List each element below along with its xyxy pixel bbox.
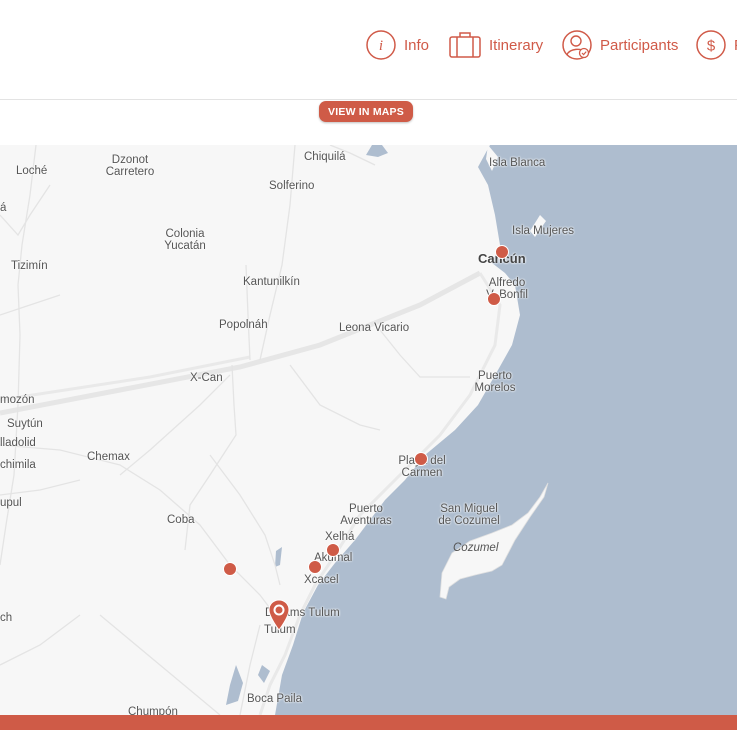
label-san-miguel-de-cozumel: San Miguel de Cozumel [438, 503, 500, 527]
label-chemax: Chemax [87, 451, 130, 463]
label-xelha: Xelhá [325, 531, 355, 543]
label-loche: Loché [16, 165, 48, 177]
label-kantunilkin: Kantunilkín [243, 276, 300, 288]
label-xcacel: Xcacel [304, 574, 339, 586]
label-lladolid: lladolid [0, 437, 36, 449]
label-x-can: X-Can [190, 372, 223, 384]
label-ch-partial: ch [0, 612, 13, 624]
footer-bar [0, 715, 737, 730]
label-mozon: mozón [0, 394, 35, 406]
nav-info-label: Info [404, 36, 430, 54]
label-tizimin: Tizimín [11, 260, 48, 272]
view-in-maps-button[interactable]: VIEW IN MAPS [319, 101, 413, 122]
label-upul: upul [0, 497, 22, 509]
map-pin-coba[interactable] [223, 562, 237, 576]
map-pin-cancun[interactable] [495, 245, 509, 259]
label-solferino: Solferino [269, 180, 315, 192]
suitcase-icon [449, 32, 481, 58]
label-chumpon: Chumpón [128, 706, 178, 715]
label-coba: Coba [167, 514, 195, 526]
label-isla-mujeres: Isla Mujeres [512, 225, 574, 237]
info-icon: i [366, 30, 396, 60]
map-pin-alfredo-bonfil[interactable] [487, 292, 501, 306]
location-marker-icon [268, 599, 290, 631]
lagoon-3 [258, 665, 270, 683]
sea-area [275, 145, 737, 715]
nav-info[interactable]: i Info [366, 28, 429, 62]
label-a-partial: á [0, 202, 7, 214]
participant-icon [562, 30, 592, 60]
lagoon [366, 145, 388, 157]
label-isla-blanca: Isla Blanca [489, 157, 546, 169]
nav-participants[interactable]: Participants [562, 28, 678, 62]
nav-itinerary[interactable]: Itinerary [449, 28, 543, 62]
nav-itinerary-label: Itinerary [489, 36, 544, 54]
map-view[interactable]: Loché Dzonot Carretero Chiquilá Isla Bla… [0, 145, 737, 715]
svg-text:$: $ [707, 38, 716, 55]
dollar-icon: $ [696, 30, 726, 60]
label-chiquila: Chiquilá [304, 151, 346, 163]
label-puerto-aventuras: Puerto Aventuras [340, 503, 392, 527]
label-popolnah: Popolnáh [219, 319, 268, 331]
map-pin-xcacel[interactable] [308, 560, 322, 574]
nav-price[interactable]: $ P [696, 28, 737, 62]
svg-text:i: i [379, 38, 383, 54]
label-leona-vicario: Leona Vicario [339, 322, 410, 334]
label-boca-paila: Boca Paila [247, 693, 302, 705]
map-pin-akumal[interactable] [326, 543, 340, 557]
top-nav-bar: i Info Itinerary Participants $ P [0, 0, 737, 100]
label-chimila: chimila [0, 459, 36, 471]
lagoon-2 [226, 665, 243, 705]
map-canvas [0, 145, 737, 715]
label-dzonot: Dzonot Carretero [105, 154, 155, 178]
label-colonia: Colonia Yucatán [164, 228, 206, 252]
map-pin-playa-del-carmen[interactable] [414, 452, 428, 466]
label-suytun: Suytún [7, 418, 43, 430]
label-cozumel: Cozumel [453, 542, 499, 554]
lagoon-4 [275, 547, 282, 567]
label-puerto-morelos: Puerto Morelos [474, 370, 516, 394]
nav-participants-label: Participants [600, 36, 679, 54]
